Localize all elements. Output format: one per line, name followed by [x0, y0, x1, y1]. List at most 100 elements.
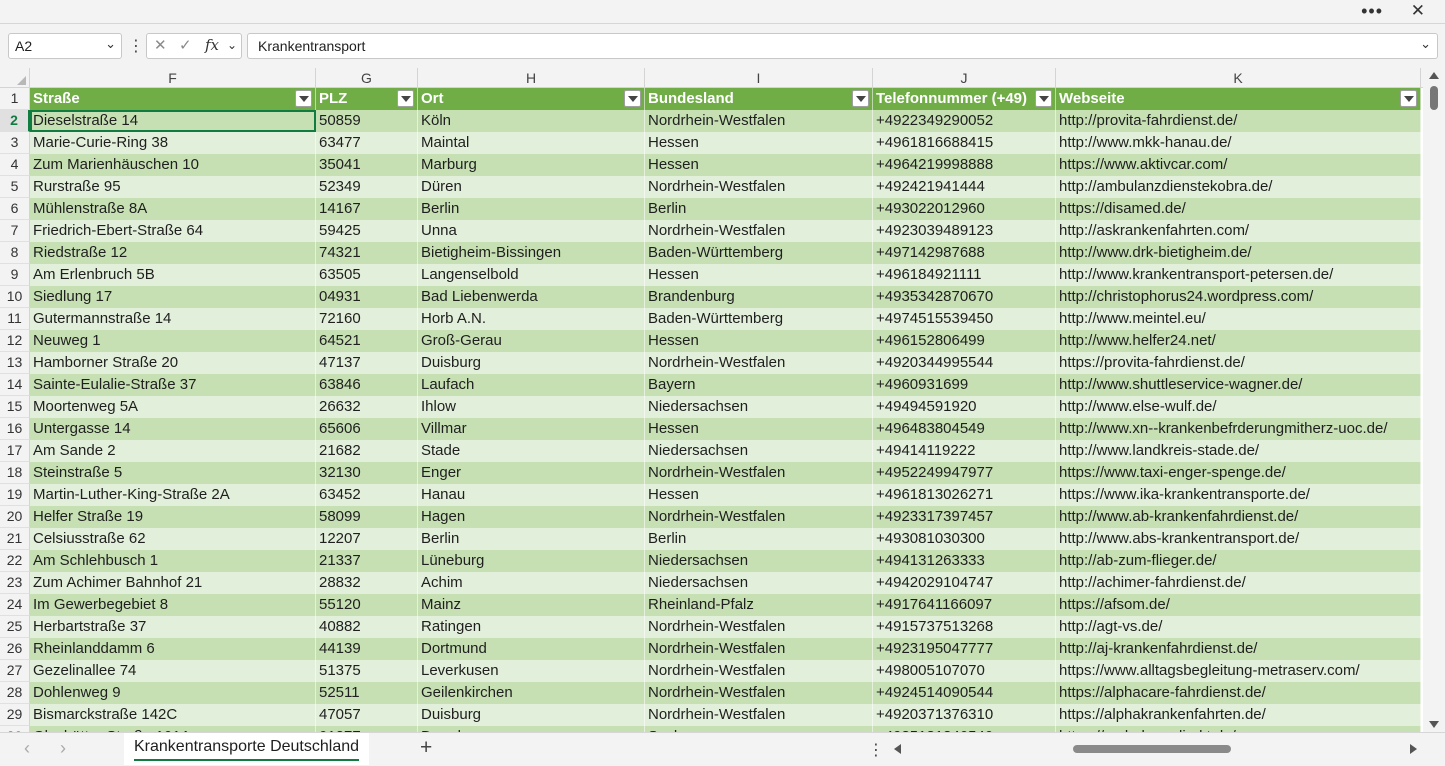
table-cell[interactable]: Marie-Curie-Ring 38	[30, 132, 316, 154]
row-header[interactable]: 18	[0, 462, 30, 484]
table-cell[interactable]: http://www.helfer24.net/	[1056, 330, 1421, 352]
table-cell[interactable]: +49494591920	[873, 396, 1056, 418]
table-cell[interactable]: Nordrhein-Westfalen	[645, 220, 873, 242]
table-cell[interactable]: http://achimer-fahrdienst.de/	[1056, 572, 1421, 594]
table-cell[interactable]: 21337	[316, 550, 418, 572]
cancel-icon[interactable]: ✕	[154, 36, 167, 54]
table-cell[interactable]: 59425	[316, 220, 418, 242]
table-cell[interactable]: Hessen	[645, 418, 873, 440]
spreadsheet-grid[interactable]: FGHIJK 1 Straße PLZ Ort Bundesland Telefonnum…	[0, 68, 1423, 732]
chevron-down-icon[interactable]: ⌄	[105, 36, 116, 52]
table-cell[interactable]: 40882	[316, 616, 418, 638]
row-header[interactable]: 8	[0, 242, 30, 264]
table-cell[interactable]: Hessen	[645, 154, 873, 176]
table-cell[interactable]: Niedersachsen	[645, 440, 873, 462]
table-cell[interactable]: 35041	[316, 154, 418, 176]
name-box[interactable]: A2 ⌄	[8, 33, 122, 59]
table-cell[interactable]: Groß-Gerau	[418, 330, 645, 352]
row-header[interactable]: 27	[0, 660, 30, 682]
add-sheet-button[interactable]: +	[420, 736, 432, 760]
table-cell[interactable]: +4917641166097	[873, 594, 1056, 616]
table-cell[interactable]: Riedstraße 12	[30, 242, 316, 264]
table-cell[interactable]: Untergasse 14	[30, 418, 316, 440]
table-cell[interactable]: https://alphacare-fahrdienst.de/	[1056, 682, 1421, 704]
table-cell[interactable]: Am Sande 2	[30, 440, 316, 462]
table-cell[interactable]: Berlin	[418, 198, 645, 220]
more-options-icon[interactable]: •••	[1361, 1, 1383, 22]
sheet-tab-active[interactable]: Krankentransporte Deutschland	[124, 733, 370, 765]
table-cell[interactable]: https://www.taxi-enger-spenge.de/	[1056, 462, 1421, 484]
table-cell[interactable]: Enger	[418, 462, 645, 484]
table-cell[interactable]: 21682	[316, 440, 418, 462]
table-cell[interactable]: 51375	[316, 660, 418, 682]
table-cell[interactable]: Hessen	[645, 484, 873, 506]
row-header[interactable]: 3	[0, 132, 30, 154]
table-cell[interactable]: http://www.meintel.eu/	[1056, 308, 1421, 330]
table-cell[interactable]: Köln	[418, 110, 645, 132]
table-cell[interactable]: Im Gewerbegebiet 8	[30, 594, 316, 616]
table-cell[interactable]: 64521	[316, 330, 418, 352]
chevron-down-icon[interactable]: ⌄	[227, 38, 237, 52]
table-cell[interactable]: 74321	[316, 242, 418, 264]
vertical-dots-icon[interactable]: ⋮	[128, 36, 144, 56]
table-cell[interactable]: 63452	[316, 484, 418, 506]
scroll-left-icon[interactable]	[894, 744, 901, 754]
table-cell[interactable]: Rheinlanddamm 6	[30, 638, 316, 660]
table-cell[interactable]: Am Schlehbusch 1	[30, 550, 316, 572]
table-cell[interactable]: Mainz	[418, 594, 645, 616]
table-cell[interactable]: http://askrankenfahrten.com/	[1056, 220, 1421, 242]
row-header[interactable]: 4	[0, 154, 30, 176]
table-cell[interactable]: Laufach	[418, 374, 645, 396]
table-cell[interactable]: http://ambulanzdienstekobra.de/	[1056, 176, 1421, 198]
table-cell[interactable]: Dortmund	[418, 638, 645, 660]
header-cell[interactable]: Bundesland	[645, 88, 873, 110]
row-header[interactable]: 22	[0, 550, 30, 572]
table-cell[interactable]: Unna	[418, 220, 645, 242]
table-cell[interactable]: https://alphakrankenfahrten.de/	[1056, 704, 1421, 726]
table-cell[interactable]: Niedersachsen	[645, 550, 873, 572]
row-header[interactable]: 14	[0, 374, 30, 396]
table-cell[interactable]: Gutermannstraße 14	[30, 308, 316, 330]
table-cell[interactable]: Zum Achimer Bahnhof 21	[30, 572, 316, 594]
table-cell[interactable]: +493022012960	[873, 198, 1056, 220]
table-cell[interactable]: http://www.landkreis-stade.de/	[1056, 440, 1421, 462]
row-header[interactable]: 7	[0, 220, 30, 242]
scroll-up-icon[interactable]	[1429, 72, 1439, 79]
table-cell[interactable]: Hagen	[418, 506, 645, 528]
filter-dropdown-icon[interactable]	[852, 90, 869, 107]
table-cell[interactable]: http://www.shuttleservice-wagner.de/	[1056, 374, 1421, 396]
table-cell[interactable]: Berlin	[418, 528, 645, 550]
table-cell[interactable]: http://ab-zum-flieger.de/	[1056, 550, 1421, 572]
table-cell[interactable]: +4922349290052	[873, 110, 1056, 132]
vertical-dots-icon[interactable]: ⋮	[868, 740, 884, 760]
vertical-scrollbar[interactable]	[1423, 68, 1445, 732]
table-cell[interactable]: Nordrhein-Westfalen	[645, 110, 873, 132]
filter-dropdown-icon[interactable]	[1035, 90, 1052, 107]
table-cell[interactable]: +4924514090544	[873, 682, 1056, 704]
table-cell[interactable]: http://www.mkk-hanau.de/	[1056, 132, 1421, 154]
table-cell[interactable]: Berlin	[645, 198, 873, 220]
table-cell[interactable]: +4961816688415	[873, 132, 1056, 154]
next-sheet-icon[interactable]: ›	[60, 738, 66, 759]
table-cell[interactable]: 52511	[316, 682, 418, 704]
row-header[interactable]: 17	[0, 440, 30, 462]
table-cell[interactable]: https://afsom.de/	[1056, 594, 1421, 616]
table-cell[interactable]: 12207	[316, 528, 418, 550]
row-header[interactable]: 9	[0, 264, 30, 286]
table-cell[interactable]: Sainte-Eulalie-Straße 37	[30, 374, 316, 396]
table-cell[interactable]: Bietigheim-Bissingen	[418, 242, 645, 264]
table-cell[interactable]: +4974515539450	[873, 308, 1056, 330]
table-cell[interactable]: Horb A.N.	[418, 308, 645, 330]
table-cell[interactable]: Villmar	[418, 418, 645, 440]
table-cell[interactable]: Moortenweg 5A	[30, 396, 316, 418]
table-cell[interactable]: +4923039489123	[873, 220, 1056, 242]
table-cell[interactable]: Achim	[418, 572, 645, 594]
row-header[interactable]: 29	[0, 704, 30, 726]
table-cell[interactable]: Rurstraße 95	[30, 176, 316, 198]
table-cell[interactable]: 04931	[316, 286, 418, 308]
table-cell[interactable]: +497142987688	[873, 242, 1056, 264]
table-cell[interactable]: +4920344995544	[873, 352, 1056, 374]
table-cell[interactable]: 58099	[316, 506, 418, 528]
table-cell[interactable]: 65606	[316, 418, 418, 440]
row-header[interactable]: 5	[0, 176, 30, 198]
